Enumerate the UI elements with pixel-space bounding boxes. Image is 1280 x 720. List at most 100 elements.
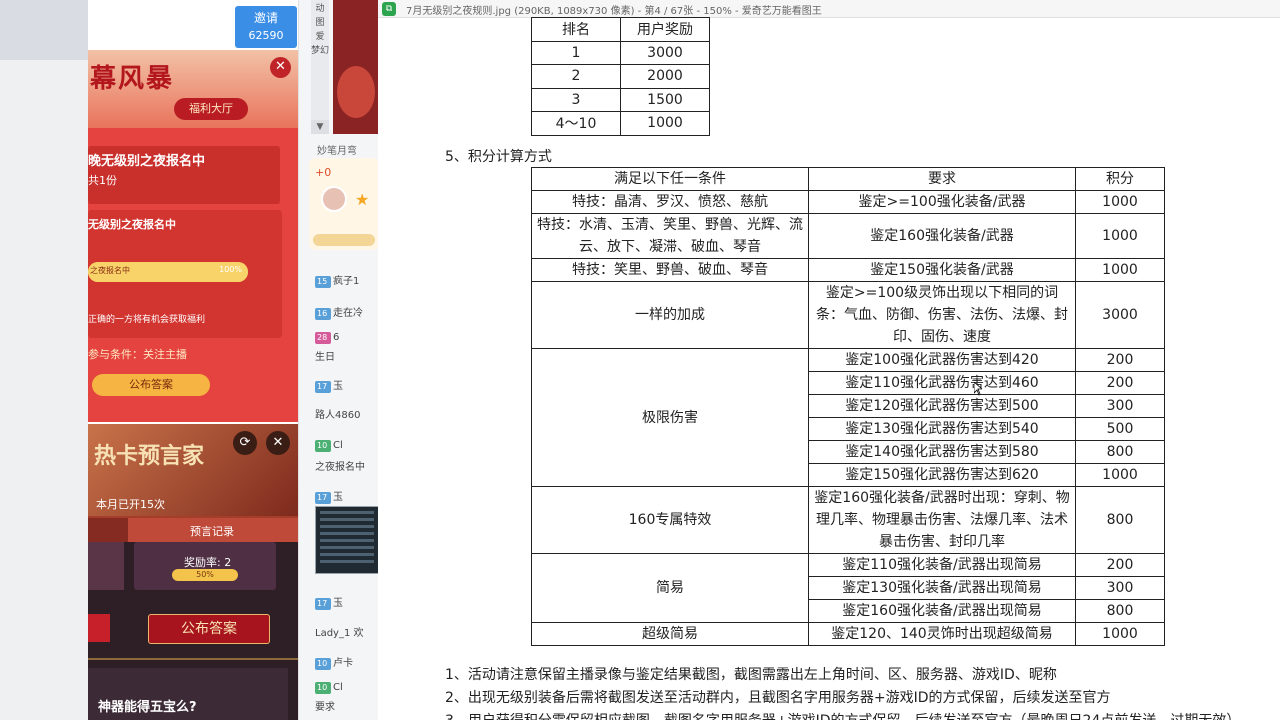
score-cell: 500: [1075, 417, 1165, 441]
requirement-cell: 鉴定150强化装备/武器: [808, 258, 1076, 282]
image-viewer: ⧉ 7月无级别之夜规则.jpg (290KB, 1089x730 像素) - 第…: [378, 0, 1280, 720]
divider: [88, 658, 298, 660]
prediction-title: 热卡预言家: [94, 443, 205, 469]
level-badge: 28: [315, 332, 331, 344]
chevron-down-icon[interactable]: ▼: [311, 120, 329, 134]
table-cell: 3: [531, 87, 621, 112]
chat-message[interactable]: 28 6: [315, 332, 339, 344]
app-icon: ⧉: [382, 2, 396, 16]
score-cell: 200: [1075, 371, 1165, 395]
publish-answer-button-large[interactable]: 公布答案: [148, 614, 270, 644]
requirement-cell: 鉴定140强化武器伤害达到580: [808, 440, 1076, 464]
avatar: [321, 186, 347, 212]
chat-message[interactable]: 17 玉: [315, 594, 343, 610]
vtab[interactable]: 爱: [311, 28, 329, 42]
score-cell: 800: [1075, 440, 1165, 464]
prediction-record-label: 预言记录: [190, 525, 234, 538]
level-badge: 10: [315, 440, 331, 452]
score-cell: 1000: [1075, 213, 1165, 259]
publish-answer-button[interactable]: 公布答案: [92, 374, 210, 396]
table-header: 积分: [1075, 167, 1165, 191]
chat-message[interactable]: 10 Cl: [315, 440, 343, 452]
chat-username: 6: [333, 332, 340, 343]
table-row: 2 2000: [531, 64, 710, 89]
requirement-cell: 鉴定160强化装备/武器: [808, 213, 1076, 259]
desktop-background: [0, 0, 88, 720]
chat-message[interactable]: 10 Cl: [315, 682, 343, 694]
viewer-title-bar: ⧉ 7月无级别之夜规则.jpg (290KB, 1089x730 像素) - 第…: [378, 0, 1280, 18]
condition-cell: 极限伤害: [531, 348, 809, 487]
gift-bar: [313, 234, 375, 246]
note-3: 3、用户获得积分需保留相应截图，截图名字用服务器+游戏ID的方式保留，后续发送至…: [445, 710, 1240, 720]
requirement-cell: 鉴定130强化武器伤害达到540: [808, 417, 1076, 441]
table-cell: 2000: [620, 64, 710, 89]
condition-text: 参与条件：关注主播: [88, 348, 187, 361]
condition-cell: 特技：笑里、野兽、破血、琴音: [531, 258, 809, 282]
section-title: 5、积分计算方式: [445, 149, 552, 165]
chat-message[interactable]: Lady_1 欢: [315, 624, 364, 639]
chat-message[interactable]: 要求: [315, 698, 335, 713]
note-1: 1、活动请注意保留主播录像与鉴定结果截图，截图需露出左上角时间、区、服务器、游戏…: [445, 667, 1057, 683]
table-cell: 3000: [620, 40, 710, 65]
chat-message[interactable]: 生日: [315, 348, 335, 363]
score-cell: 800: [1075, 599, 1165, 623]
table-cell: 1000: [620, 111, 710, 136]
chat-message[interactable]: 17 玉: [315, 377, 343, 393]
bar-left-block: [88, 518, 128, 542]
score-table: 满足以下任一条件 要求 积分 特技：晶清、罗汉、愤怒、慈航 鉴定>=100强化装备/武器…: [531, 167, 1165, 646]
score-cell: 1000: [1075, 258, 1165, 282]
table-cell: 2: [531, 64, 621, 89]
requirement-cell: 鉴定110强化武器伤害达到460: [808, 371, 1076, 395]
chat-message[interactable]: 之夜报名中: [315, 458, 365, 473]
condition-cell: 简易: [531, 553, 809, 623]
viewer-title: 7月无级别之夜规则.jpg (290KB, 1089x730 像素) - 第4 …: [406, 6, 822, 17]
chat-username: Cl: [333, 440, 343, 451]
chat-username: Lady_1 欢: [315, 628, 364, 639]
chat-username: 生日: [315, 352, 335, 363]
chat-message[interactable]: 10 卢卡: [315, 654, 353, 670]
prediction-record-bar[interactable]: 预言记录: [88, 518, 298, 542]
registration-title: 无级别之夜报名中: [88, 218, 176, 231]
table-header: 满足以下任一条件: [531, 167, 809, 191]
vtab[interactable]: 动: [311, 0, 329, 14]
close-icon[interactable]: ✕: [270, 57, 291, 78]
invite-button[interactable]: 邀请 62590: [235, 6, 297, 48]
requirement-cell: 鉴定120强化武器伤害达到500: [808, 394, 1076, 418]
fire-count: +0: [315, 166, 332, 179]
prediction-detail-area: 奖励率: 2 50% 公布答案 神器能得五宝么?: [88, 542, 298, 720]
requirement-cell: 鉴定160强化装备/武器出现简易: [808, 599, 1076, 623]
thumbnail-image[interactable]: [315, 506, 378, 574]
reward-rate: 奖励率: 2: [184, 556, 232, 569]
chat-message[interactable]: 17 玉: [315, 488, 343, 504]
requirement-cell: 鉴定150强化武器伤害达到620: [808, 463, 1076, 487]
rate-percent: 50%: [172, 569, 238, 581]
prediction-card: 热卡预言家 本月已开15次 ⟳ ✕ 预言记录: [88, 424, 298, 542]
refresh-icon[interactable]: ⟳: [233, 431, 257, 455]
registration-progress: 之夜报名中 100%: [88, 262, 248, 282]
vtab[interactable]: 图: [311, 14, 329, 28]
condition-cell: 一样的加成: [531, 281, 809, 349]
score-cell: 1000: [1075, 463, 1165, 487]
chat-message[interactable]: 路人4860: [315, 406, 360, 421]
requirement-cell: 鉴定160强化装备/武器时出现：穿刺、物理几率、物理暴击伤害、法爆几率、法术暴击…: [808, 486, 1076, 554]
level-badge: 10: [315, 682, 331, 694]
requirement-cell: 鉴定110强化装备/武器出现简易: [808, 553, 1076, 577]
chat-message[interactable]: 15 疯子1: [315, 272, 359, 288]
chat-username: 疯子1: [333, 276, 360, 287]
level-badge: 10: [315, 658, 331, 670]
close-icon[interactable]: ✕: [266, 431, 290, 455]
requirement-cell: 鉴定>=100级灵饰出现以下相同的词条：气血、防御、伤害、法伤、法爆、封印、固伤…: [808, 281, 1076, 349]
chat-username: 走在冷: [333, 308, 363, 319]
score-cell: 3000: [1075, 281, 1165, 349]
welfare-hall-button[interactable]: 福利大厅: [174, 98, 248, 120]
chat-username: 路人4860: [315, 410, 361, 421]
table-row: 4～10 1000: [531, 111, 710, 136]
gift-card[interactable]: +0 ★: [309, 158, 378, 250]
vtab[interactable]: 梦幻: [311, 42, 329, 56]
table-row: 特技：水清、玉清、笑里、野兽、光辉、流云、放下、凝滞、破血、琴音 鉴定160强化装…: [531, 213, 1165, 259]
chat-username: 玉: [333, 492, 343, 503]
level-badge: 17: [315, 492, 331, 504]
chat-message[interactable]: 16 走在冷: [315, 304, 363, 320]
table-row: 160专属特效 鉴定160强化装备/武器时出现：穿刺、物理几率、物理暴击伤害、法爆…: [531, 486, 1165, 554]
option-box-left: [88, 542, 124, 590]
